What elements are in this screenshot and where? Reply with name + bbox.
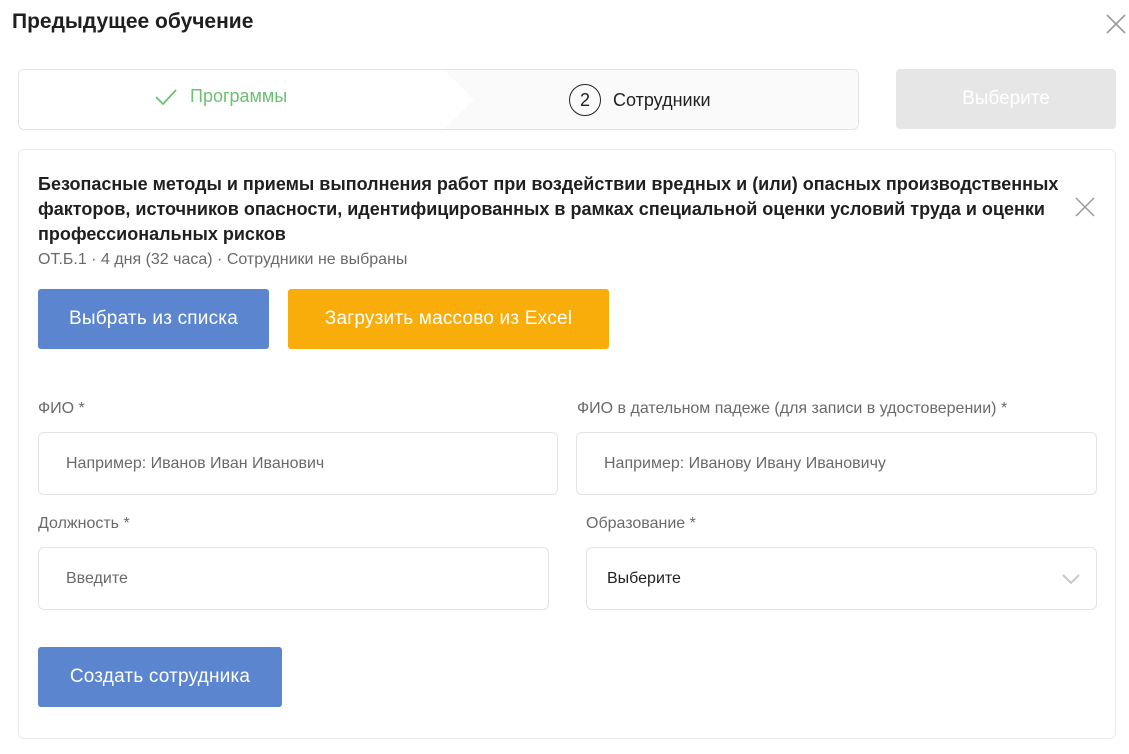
- education-select[interactable]: Выберите: [586, 547, 1097, 610]
- choose-from-list-button[interactable]: Выбрать из списка: [38, 289, 269, 349]
- course-meta: ОТ.Б.1 · 4 дня (32 часа) · Сотрудники не…: [38, 251, 408, 268]
- step-programs-label: Программы: [190, 86, 288, 106]
- chevron-down-icon: [1062, 574, 1080, 585]
- position-label: Должность *: [38, 515, 130, 532]
- modal-title: Предыдущее обучение: [12, 10, 254, 33]
- step-employees[interactable]: 2 Сотрудники: [569, 84, 711, 116]
- step-employees-label: Сотрудники: [613, 89, 711, 110]
- fio-dative-label: ФИО в дательном падеже (для записи в удо…: [577, 400, 1008, 417]
- create-employee-button[interactable]: Создать сотрудника: [38, 647, 282, 707]
- course-title: Безопасные методы и приемы выполнения ра…: [38, 174, 1059, 244]
- stepper: Программы 2 Сотрудники: [18, 69, 859, 130]
- education-selected-value: Выберите: [607, 569, 681, 587]
- position-input[interactable]: [38, 547, 549, 610]
- step-number: 2: [569, 84, 601, 116]
- fio-input[interactable]: [38, 432, 558, 495]
- check-icon: [155, 88, 177, 105]
- close-icon[interactable]: [1074, 196, 1096, 218]
- education-label: Образование *: [586, 515, 696, 532]
- bulk-upload-excel-button[interactable]: Загрузить массово из Excel: [288, 289, 609, 349]
- close-icon[interactable]: [1104, 12, 1128, 36]
- select-button[interactable]: Выберите: [896, 69, 1116, 129]
- step-programs[interactable]: Программы: [19, 70, 474, 129]
- course-card: Безопасные методы и приемы выполнения ра…: [18, 149, 1116, 739]
- fio-dative-input[interactable]: [576, 432, 1097, 495]
- fio-label: ФИО *: [38, 400, 85, 417]
